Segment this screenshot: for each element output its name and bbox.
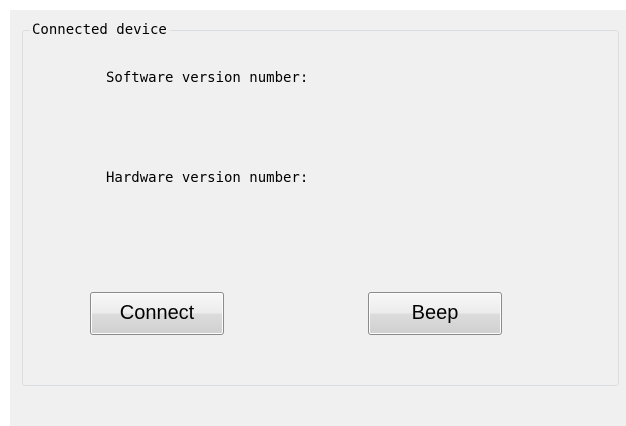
hardware-version-label: Hardware version number: — [106, 170, 309, 186]
software-version-label: Software version number: — [106, 70, 309, 86]
connect-button[interactable]: Connect — [90, 292, 224, 335]
dialog-panel: Connected device Software version number… — [10, 10, 626, 426]
beep-button[interactable]: Beep — [368, 292, 502, 335]
groupbox-title: Connected device — [30, 20, 170, 40]
